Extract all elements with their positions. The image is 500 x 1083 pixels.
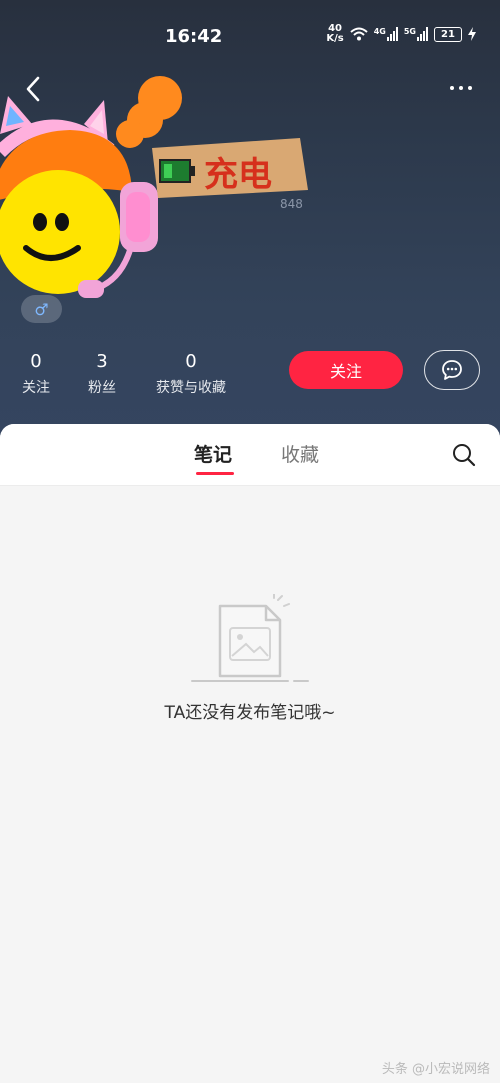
user-id-fragment: 848	[280, 197, 303, 211]
profile-stats: 0 关注 3 粉丝 0 获赞与收藏	[0, 350, 280, 400]
tab-notes[interactable]: 笔记	[194, 440, 232, 467]
stat-label: 粉丝	[88, 380, 116, 396]
gender-badge: ♂	[21, 295, 62, 323]
signal-5g: 5G	[404, 27, 428, 41]
stat-value: 0	[30, 351, 42, 372]
profile-header: 16:42 40 K/s 4G 5G 21 充电 848 ♂ 0 关注 3 粉丝…	[0, 0, 500, 440]
chat-bubble-icon	[442, 360, 462, 380]
empty-state-message: TA还没有发布笔记哦~	[164, 703, 336, 723]
signal-4g: 4G	[374, 27, 398, 41]
search-icon[interactable]	[451, 442, 477, 468]
dot-icon	[459, 86, 463, 90]
signal-bars-icon	[417, 27, 428, 41]
male-icon: ♂	[34, 299, 49, 319]
wifi-icon	[350, 27, 368, 41]
follow-button[interactable]: 关注	[289, 351, 403, 389]
empty-notes-illustration-icon	[191, 594, 309, 682]
dot-icon	[468, 86, 472, 90]
signal-bars-icon	[386, 27, 398, 41]
notes-content-panel: 笔记 收藏 TA还没有发布笔记哦~	[0, 424, 500, 1083]
message-button[interactable]	[424, 350, 480, 390]
stat-label: 获赞与收藏	[156, 380, 226, 396]
charging-sign-sticker: 充电	[152, 138, 308, 198]
dot-icon	[450, 86, 454, 90]
stat-label: 关注	[22, 380, 50, 396]
active-tab-indicator	[196, 472, 234, 475]
more-options-button[interactable]	[446, 78, 476, 98]
stat-followers[interactable]: 3 粉丝	[87, 350, 117, 397]
charging-icon	[468, 27, 476, 41]
sign-text: 充电	[204, 156, 272, 194]
stat-value: 3	[96, 351, 108, 372]
status-bar: 16:42 40 K/s 4G 5G 21	[0, 0, 500, 70]
network-speed: 40 K/s	[326, 23, 344, 44]
stat-following[interactable]: 0 关注	[22, 350, 50, 397]
status-icons: 40 K/s 4G 5G 21	[326, 24, 476, 44]
profile-tabbar: 笔记 收藏	[0, 424, 500, 486]
battery-indicator: 21	[434, 26, 462, 42]
stat-likes-and-collections[interactable]: 0 获赞与收藏	[153, 350, 229, 397]
stat-value: 0	[185, 351, 197, 372]
status-time: 16:42	[165, 26, 223, 47]
tab-collections[interactable]: 收藏	[281, 440, 319, 467]
watermark: 头条 @小宏说网络	[381, 1062, 490, 1077]
